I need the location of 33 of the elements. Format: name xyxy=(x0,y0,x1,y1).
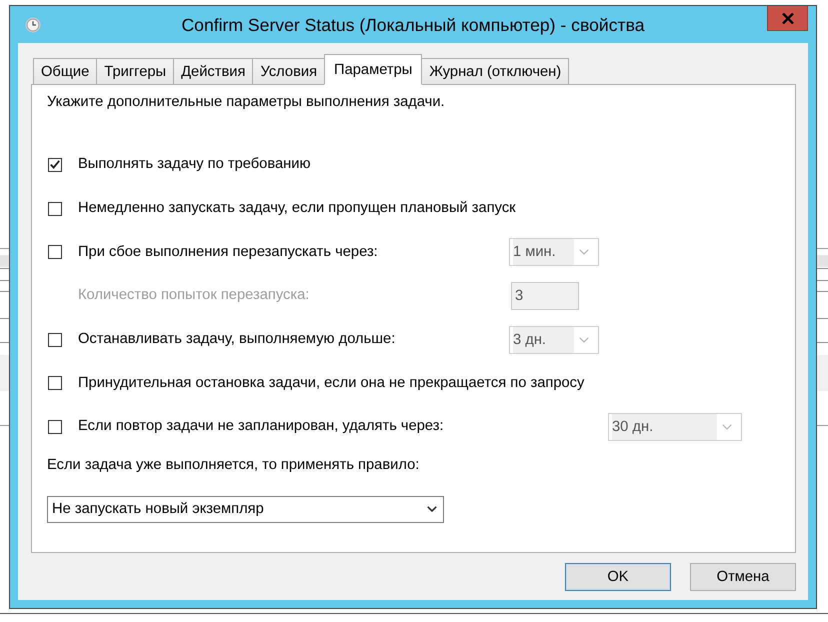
tab[interactable]: Условия xyxy=(252,58,326,85)
option-label: Если повтор задачи не запланирован, удалять через: xyxy=(78,418,445,436)
window-title: Confirm Server Status (Локальный компьютер) - свойства xyxy=(181,14,645,34)
tab[interactable]: Журнал (отключен) xyxy=(421,58,570,85)
rule-label: Если задача уже выполняется, то применять правило: xyxy=(47,456,420,474)
chevron-down-icon xyxy=(427,506,437,512)
clock-icon xyxy=(25,16,41,32)
rule-dropdown[interactable]: Не запускать новый экземпляр xyxy=(47,496,444,523)
option-label: Количество попыток перезапуска: xyxy=(78,287,310,304)
checkbox[interactable] xyxy=(48,332,62,347)
checkmark-icon xyxy=(50,160,60,170)
close-icon xyxy=(782,12,794,24)
dialog-button[interactable]: OK xyxy=(565,563,671,591)
checkbox[interactable] xyxy=(48,376,62,390)
checkbox[interactable] xyxy=(48,245,62,260)
tab[interactable]: Общие xyxy=(33,58,98,85)
option-label: Выполнять задачу по требованию xyxy=(78,156,312,174)
close-button[interactable] xyxy=(767,6,808,31)
tab[interactable]: Действия xyxy=(173,58,254,85)
option-label: При сбое выполнения перезапускать через: xyxy=(78,244,379,261)
option-label: Останавливать задачу, выполняемую дольше: xyxy=(78,331,396,348)
chevron-down-icon xyxy=(722,424,732,430)
option-label: Немедленно запускать задачу, если пропущен плановый запуск xyxy=(78,200,516,218)
option-label: Принудительная остановка задачи, если она не прекращается по запросу xyxy=(78,374,584,392)
checkbox[interactable] xyxy=(48,420,62,434)
chevron-down-icon xyxy=(579,336,589,343)
checkbox[interactable] xyxy=(48,202,62,216)
dialog-button[interactable]: Отмена xyxy=(690,563,796,591)
tab[interactable]: Триггеры xyxy=(96,58,174,85)
checkbox[interactable] xyxy=(48,158,62,172)
chevron-down-icon xyxy=(579,249,589,256)
instruction-text: Укажите дополнительные параметры выполнения задачи. xyxy=(47,94,445,111)
tab[interactable]: Параметры xyxy=(324,54,422,85)
